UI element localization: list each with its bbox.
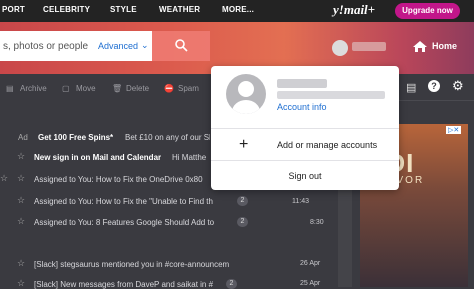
list-item-subject[interactable]: Assigned to You: How to Fix the "Unable …	[34, 197, 230, 206]
star-icon[interactable]: ☆	[17, 258, 25, 269]
star-icon[interactable]: ☆	[17, 195, 25, 206]
list-item-subject[interactable]: Assigned to You: 8 Features Google Shoul…	[34, 218, 230, 227]
star-icon[interactable]: ☆	[17, 173, 25, 184]
archive-icon: ▤	[6, 84, 14, 93]
ad-label: Ad	[18, 133, 28, 142]
settings-gear-icon[interactable]: ⚙	[452, 78, 464, 94]
list-item-subject[interactable]: [Slack] stegsaurus mentioned you in #cor…	[34, 260, 244, 269]
profile-name-redacted[interactable]	[352, 42, 386, 51]
list-item-subject[interactable]: Assigned to You: How to Fix the OneDrive…	[34, 175, 210, 184]
notepad-icon[interactable]: ▤	[406, 81, 416, 94]
star-icon[interactable]: ☆	[17, 151, 25, 162]
thread-count-badge: 2	[226, 279, 237, 289]
advanced-search-button[interactable]: Advanced	[98, 41, 138, 51]
message-date: 26 Apr	[300, 260, 321, 267]
nav-link-more[interactable]: MORE...	[222, 5, 254, 14]
account-email-redacted	[277, 91, 385, 99]
ad-choices-icon[interactable]: ▷✕	[446, 126, 462, 134]
message-date: 8:30	[310, 219, 324, 226]
spam-icon: ⛔	[164, 84, 174, 93]
message-date: 11:43	[292, 198, 309, 205]
list-item-preview[interactable]: Bet £10 on any of our Sl	[125, 133, 210, 142]
add-manage-accounts-button[interactable]: Add or manage accounts	[277, 140, 377, 150]
yahoo-mail-plus-logo[interactable]: y!mail+	[333, 2, 375, 18]
archive-button[interactable]: Archive	[20, 84, 47, 93]
nav-link-celebrity[interactable]: CELEBRITY	[43, 5, 90, 14]
list-item-sender[interactable]: Get 100 Free Spins*	[38, 133, 113, 142]
thread-count-badge: 2	[237, 217, 248, 227]
thread-count-badge: 2	[237, 196, 248, 206]
nav-link-style[interactable]: STYLE	[110, 5, 137, 14]
divider	[211, 160, 399, 161]
list-item-preview[interactable]: Hi Matthe	[172, 153, 210, 162]
sign-out-button[interactable]: Sign out	[211, 171, 399, 181]
account-avatar	[226, 74, 266, 114]
move-icon: ▢	[62, 84, 70, 93]
move-button[interactable]: Move	[76, 84, 96, 93]
search-icon	[175, 39, 188, 52]
account-info-link[interactable]: Account info	[277, 102, 327, 112]
search-placeholder: s, photos or people	[3, 41, 89, 52]
nav-link-weather[interactable]: WEATHER	[159, 5, 200, 14]
delete-icon: 🗑	[112, 84, 123, 93]
upgrade-now-button[interactable]: Upgrade now	[395, 3, 460, 19]
home-link[interactable]: Home	[432, 41, 457, 51]
divider	[211, 128, 399, 129]
message-date: 25 Apr	[300, 280, 321, 287]
star-icon[interactable]: ☆	[17, 216, 25, 227]
plus-icon[interactable]: +	[239, 136, 248, 154]
profile-avatar[interactable]	[332, 40, 348, 56]
star-icon[interactable]: ☆	[0, 173, 8, 184]
nav-link-sport[interactable]: PORT	[2, 5, 25, 14]
help-icon[interactable]: ?	[428, 80, 440, 92]
user-silhouette-icon	[232, 81, 260, 114]
home-icon[interactable]	[412, 40, 428, 53]
delete-button[interactable]: Delete	[126, 84, 149, 93]
chevron-down-icon[interactable]: ⌄	[141, 40, 149, 51]
spam-button[interactable]: Spam	[178, 84, 199, 93]
list-item-subject[interactable]: [Slack] New messages from DaveP and saik…	[34, 280, 216, 289]
list-item-subject[interactable]: New sign in on Mail and Calendar	[34, 153, 169, 162]
account-name-redacted	[277, 79, 327, 88]
star-icon[interactable]: ☆	[17, 278, 25, 289]
